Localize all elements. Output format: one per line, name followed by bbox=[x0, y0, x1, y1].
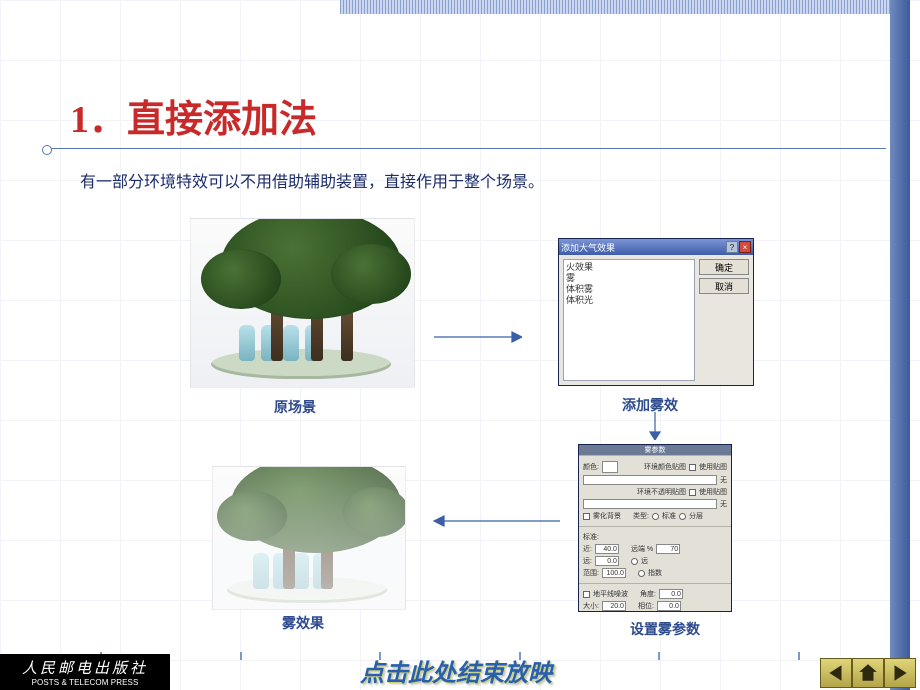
home-icon bbox=[857, 662, 879, 684]
top-decorative-band bbox=[340, 0, 890, 14]
list-item[interactable]: 体积光 bbox=[566, 295, 692, 306]
dialog-title: 添加大气效果 bbox=[561, 241, 615, 254]
range-spinner[interactable]: 100.0 bbox=[602, 568, 626, 578]
use-map-checkbox[interactable] bbox=[689, 464, 696, 471]
far-spinner[interactable]: 0.0 bbox=[595, 556, 619, 566]
right-decorative-border bbox=[890, 0, 910, 690]
list-item[interactable]: 体积雾 bbox=[566, 284, 692, 295]
use-opac-checkbox[interactable] bbox=[689, 489, 696, 496]
caption-fogresult: 雾效果 bbox=[258, 613, 348, 633]
fog-bg-checkbox[interactable] bbox=[583, 513, 590, 520]
farpct-spinner[interactable]: 70 bbox=[656, 544, 680, 554]
arrow-right-icon bbox=[432, 330, 522, 344]
footer: 人民邮电出版社 POSTS & TELECOM PRESS 点击此处结束放映 bbox=[0, 654, 920, 690]
horizon-noise-checkbox[interactable] bbox=[583, 591, 590, 598]
prev-button[interactable] bbox=[820, 658, 852, 688]
env-opac-map-label: 环境不透明贴图 bbox=[637, 487, 686, 497]
arrow-left-icon bbox=[432, 514, 562, 528]
list-item[interactable]: 火效果 bbox=[566, 262, 692, 273]
cancel-button[interactable]: 取消 bbox=[699, 278, 749, 294]
section-description: 有一部分环境特效可以不用借助辅助装置，直接作用于整个场景。 bbox=[80, 170, 544, 196]
list-item[interactable]: 雾 bbox=[566, 273, 692, 284]
horizontal-rule bbox=[46, 148, 886, 149]
publisher-logo: 人民邮电出版社 POSTS & TELECOM PRESS bbox=[0, 654, 170, 690]
type-layer-radio[interactable] bbox=[679, 513, 686, 520]
publisher-name-cn: 人民邮电出版社 bbox=[22, 657, 148, 678]
end-slideshow-link[interactable]: 点击此处结束放映 bbox=[360, 653, 552, 688]
phase-spinner[interactable]: 0.0 bbox=[657, 601, 681, 611]
caption-setparams: 设置雾参数 bbox=[610, 619, 720, 639]
exp-radio[interactable] bbox=[631, 558, 638, 565]
publisher-name-en: POSTS & TELECOM PRESS bbox=[32, 678, 139, 687]
type-standard-radio[interactable] bbox=[652, 513, 659, 520]
color-label: 颜色: bbox=[583, 462, 599, 472]
fog-parameters-panel: 雾参数 颜色: 环境颜色贴图 使用贴图 无 环境不透明贴图 使用贴图 无 雾化背… bbox=[578, 444, 732, 612]
panel-title: 雾参数 bbox=[579, 445, 731, 455]
opac-map-dropdown[interactable] bbox=[583, 499, 717, 509]
triangle-right-icon bbox=[889, 662, 911, 684]
add-atmosphere-dialog: 添加大气效果 ? × 火效果 雾 体积雾 体积光 确定 取消 bbox=[558, 238, 754, 386]
color-swatch[interactable] bbox=[602, 461, 618, 473]
figure-original-scene bbox=[190, 218, 415, 388]
near-spinner[interactable]: 40.0 bbox=[595, 544, 619, 554]
caption-original: 原场景 bbox=[250, 397, 340, 417]
effect-list[interactable]: 火效果 雾 体积雾 体积光 bbox=[563, 259, 695, 381]
section-title: 1．直接添加法 bbox=[70, 88, 317, 143]
home-button[interactable] bbox=[852, 658, 884, 688]
ok-button[interactable]: 确定 bbox=[699, 259, 749, 275]
triangle-left-icon bbox=[825, 662, 847, 684]
env-color-map-label: 环境颜色贴图 bbox=[644, 462, 686, 472]
nav-buttons bbox=[820, 658, 916, 688]
next-button[interactable] bbox=[884, 658, 916, 688]
color-map-dropdown[interactable] bbox=[583, 475, 717, 485]
angle-spinner[interactable]: 0.0 bbox=[659, 589, 683, 599]
figure-fog-result bbox=[212, 466, 406, 610]
close-button[interactable]: × bbox=[739, 241, 751, 253]
size-spinner[interactable]: 20.0 bbox=[602, 601, 626, 611]
arrow-down-icon bbox=[648, 410, 662, 440]
help-button[interactable]: ? bbox=[726, 241, 738, 253]
